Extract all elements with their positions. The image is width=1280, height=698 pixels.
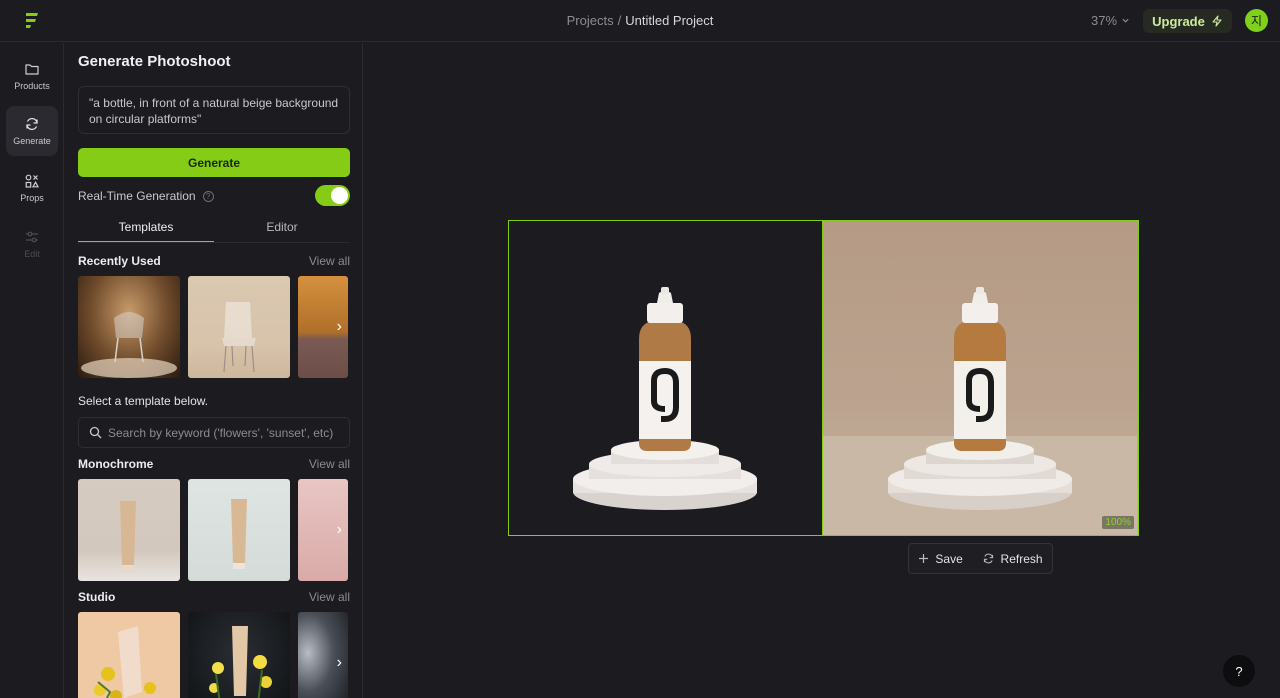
generated-photo-image: [823, 287, 1137, 534]
section-monochrome: Monochrome View all: [78, 457, 350, 471]
refresh-icon: [983, 553, 993, 564]
toggle-knob: [331, 187, 348, 204]
template-thumbnail[interactable]: ›: [298, 479, 348, 581]
view-all-link[interactable]: View all: [309, 590, 350, 604]
template-thumbnail[interactable]: [78, 276, 180, 378]
save-button[interactable]: Save: [918, 551, 963, 566]
select-template-note: Select a template below.: [78, 394, 209, 408]
panel-title: Generate Photoshoot: [78, 53, 231, 70]
refresh-label: Refresh: [1000, 551, 1043, 566]
avatar[interactable]: 지: [1245, 9, 1268, 32]
image-action-bar: Save Refresh: [908, 543, 1053, 574]
nav-item-edit: Edit: [6, 219, 58, 269]
nav-item-props[interactable]: Props: [6, 163, 58, 213]
chair-image: [222, 302, 256, 373]
nav-item-products[interactable]: Products: [6, 51, 58, 101]
lightning-icon: [1212, 15, 1222, 27]
zoom-dropdown[interactable]: 37%: [1091, 13, 1130, 28]
chevron-right-icon[interactable]: ›: [337, 654, 342, 672]
nav-label-edit: Edit: [24, 249, 40, 259]
tube-flowers-image: [209, 626, 272, 698]
generate-button[interactable]: Generate: [78, 148, 350, 177]
template-thumbnail[interactable]: [188, 479, 290, 581]
generate-panel: Generate Photoshoot "a bottle, in front …: [65, 43, 363, 698]
sliders-icon: [26, 231, 38, 243]
breadcrumb: Projects / Untitled Project: [0, 13, 1280, 28]
breadcrumb-separator: /: [617, 13, 622, 28]
template-search[interactable]: [78, 417, 350, 448]
template-thumbnail[interactable]: ›: [298, 612, 348, 698]
recently-used-carousel: ›: [78, 276, 350, 378]
realtime-generation-row: Real-Time Generation ?: [78, 185, 350, 207]
upgrade-label: Upgrade: [1152, 13, 1205, 29]
chevron-right-icon[interactable]: ›: [337, 318, 342, 336]
prompt-input[interactable]: "a bottle, in front of a natural beige b…: [78, 86, 350, 134]
realtime-label: Real-Time Generation: [78, 189, 196, 203]
nav-label-generate: Generate: [13, 136, 51, 146]
section-studio: Studio View all: [78, 590, 350, 604]
generated-photo-frame[interactable]: 100%: [823, 220, 1139, 536]
section-title: Studio: [78, 590, 116, 604]
search-icon: [89, 426, 102, 439]
refresh-button[interactable]: Refresh: [982, 552, 1043, 566]
search-input[interactable]: [108, 425, 348, 440]
tab-templates[interactable]: Templates: [78, 215, 214, 242]
zoom-value: 37%: [1091, 13, 1118, 28]
canvas-area: 100% Save Refresh ?: [364, 43, 1280, 698]
tab-editor[interactable]: Editor: [214, 215, 350, 242]
template-thumbnail[interactable]: ›: [298, 276, 348, 378]
chevron-down-icon: [1122, 18, 1129, 23]
section-title: Monochrome: [78, 457, 154, 471]
refresh-icon: [26, 117, 38, 131]
tube-flowers-image: [94, 626, 156, 698]
breadcrumb-current-project[interactable]: Untitled Project: [625, 13, 713, 28]
save-label: Save: [935, 551, 963, 566]
template-thumbnail[interactable]: [78, 612, 180, 698]
upgrade-button[interactable]: Upgrade: [1143, 9, 1232, 33]
template-thumbnail[interactable]: [188, 276, 290, 378]
template-thumbnail[interactable]: [78, 479, 180, 581]
chair-image: [81, 312, 177, 378]
left-nav-rail: Products Generate Props Edit: [0, 43, 64, 698]
monochrome-carousel: ›: [78, 479, 350, 581]
view-all-link[interactable]: View all: [309, 254, 350, 268]
nav-item-generate[interactable]: Generate: [6, 106, 58, 156]
realtime-toggle[interactable]: [315, 185, 350, 206]
help-button[interactable]: ?: [1223, 655, 1255, 687]
chevron-right-icon[interactable]: ›: [337, 521, 342, 539]
nav-label-products: Products: [14, 81, 50, 91]
resolution-badge: 100%: [1102, 516, 1134, 529]
breadcrumb-projects[interactable]: Projects: [567, 13, 614, 28]
help-circle-icon[interactable]: ?: [202, 190, 214, 202]
section-recently-used: Recently Used View all: [78, 254, 350, 268]
nav-label-props: Props: [20, 193, 44, 203]
studio-carousel: ›: [78, 612, 350, 698]
top-bar: Projects / Untitled Project 37% Upgrade 지: [0, 0, 1280, 42]
view-all-link[interactable]: View all: [309, 457, 350, 471]
props-icon: [25, 174, 40, 188]
tube-image: [120, 501, 136, 571]
product-bottle-image: [573, 287, 757, 510]
plus-icon: [919, 554, 929, 563]
panel-tabs: Templates Editor: [78, 215, 350, 243]
section-title: Recently Used: [78, 254, 161, 268]
folder-icon: [25, 64, 39, 75]
tube-image: [231, 499, 247, 569]
product-source-frame[interactable]: [508, 220, 823, 536]
template-thumbnail[interactable]: [188, 612, 290, 698]
